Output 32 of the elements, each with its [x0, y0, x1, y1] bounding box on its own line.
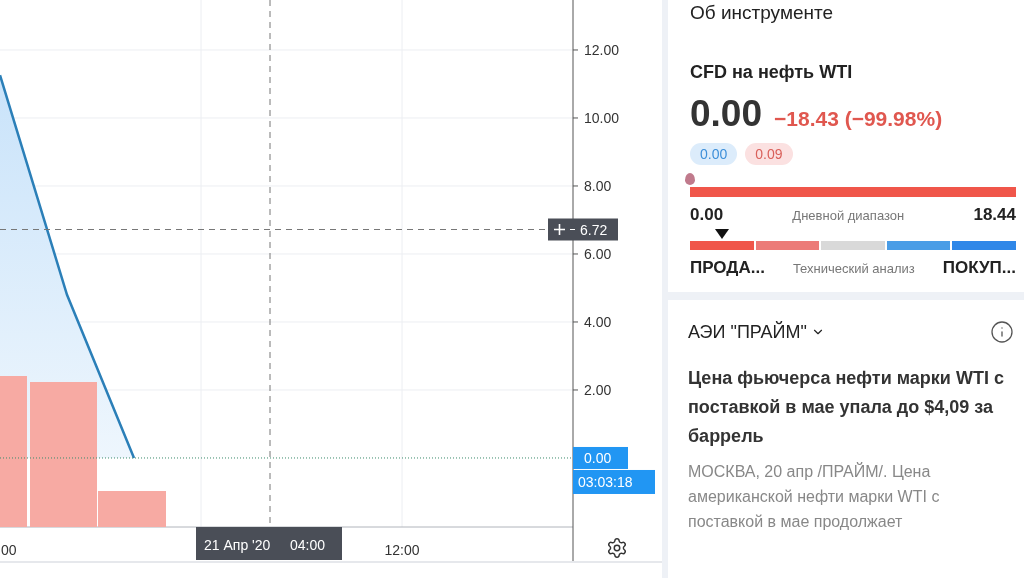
technicals-label: Технический анализ: [792, 260, 915, 276]
countdown: 03:03:18: [578, 474, 633, 490]
news-body: МОСКВА, 20 апр /ПРАЙМ/. Цена американской нефти марки WTI с поставкой в мае продолжает: [688, 461, 941, 532]
settings-icon[interactable]: [608, 538, 626, 558]
ask-price: 0.09: [745, 143, 793, 165]
last-price-tag: [573, 447, 628, 469]
price-change: −18.43 (−99.98%): [774, 107, 943, 131]
axis-label: 4.00: [584, 314, 612, 330]
section-title: Об инструменте: [690, 2, 835, 24]
crosshair-price: 6.72: [580, 221, 608, 238]
plus-icon[interactable]: [553, 223, 566, 236]
axis-label: 00: [1, 542, 17, 558]
axis-label: 10.00: [584, 110, 620, 126]
buy-label: ПОКУП...: [942, 258, 1016, 278]
axis-label: 6.00: [584, 246, 612, 262]
sell-label: ПРОДА...: [690, 258, 765, 278]
news-headline[interactable]: Цена фьючерса нефти марки WTI с поставкой в мае упала до $4,09 за баррель: [688, 364, 1012, 451]
axis-label: 12.00: [584, 42, 620, 58]
bid-price: 0.00: [690, 143, 738, 165]
crosshair-date: 21 Апр '20: [204, 537, 271, 553]
crosshair-time: 04:00: [290, 537, 326, 553]
range-low: 0.00: [690, 205, 724, 225]
last-price: 0.00: [584, 450, 612, 466]
axis-label: 2.00: [584, 382, 612, 398]
symbol-name: CFD на нефть WTI: [690, 62, 854, 83]
last-price: 0.00: [690, 93, 762, 135]
news-source-dropdown[interactable]: АЭИ "ПРАЙМ": [688, 321, 825, 343]
range-label: Дневной диапазон: [792, 207, 905, 223]
range-high: 18.44: [973, 205, 1016, 225]
axis-label: 8.00: [584, 178, 612, 194]
info-icon[interactable]: [990, 320, 1014, 344]
axis-label: 12:00: [384, 542, 420, 558]
